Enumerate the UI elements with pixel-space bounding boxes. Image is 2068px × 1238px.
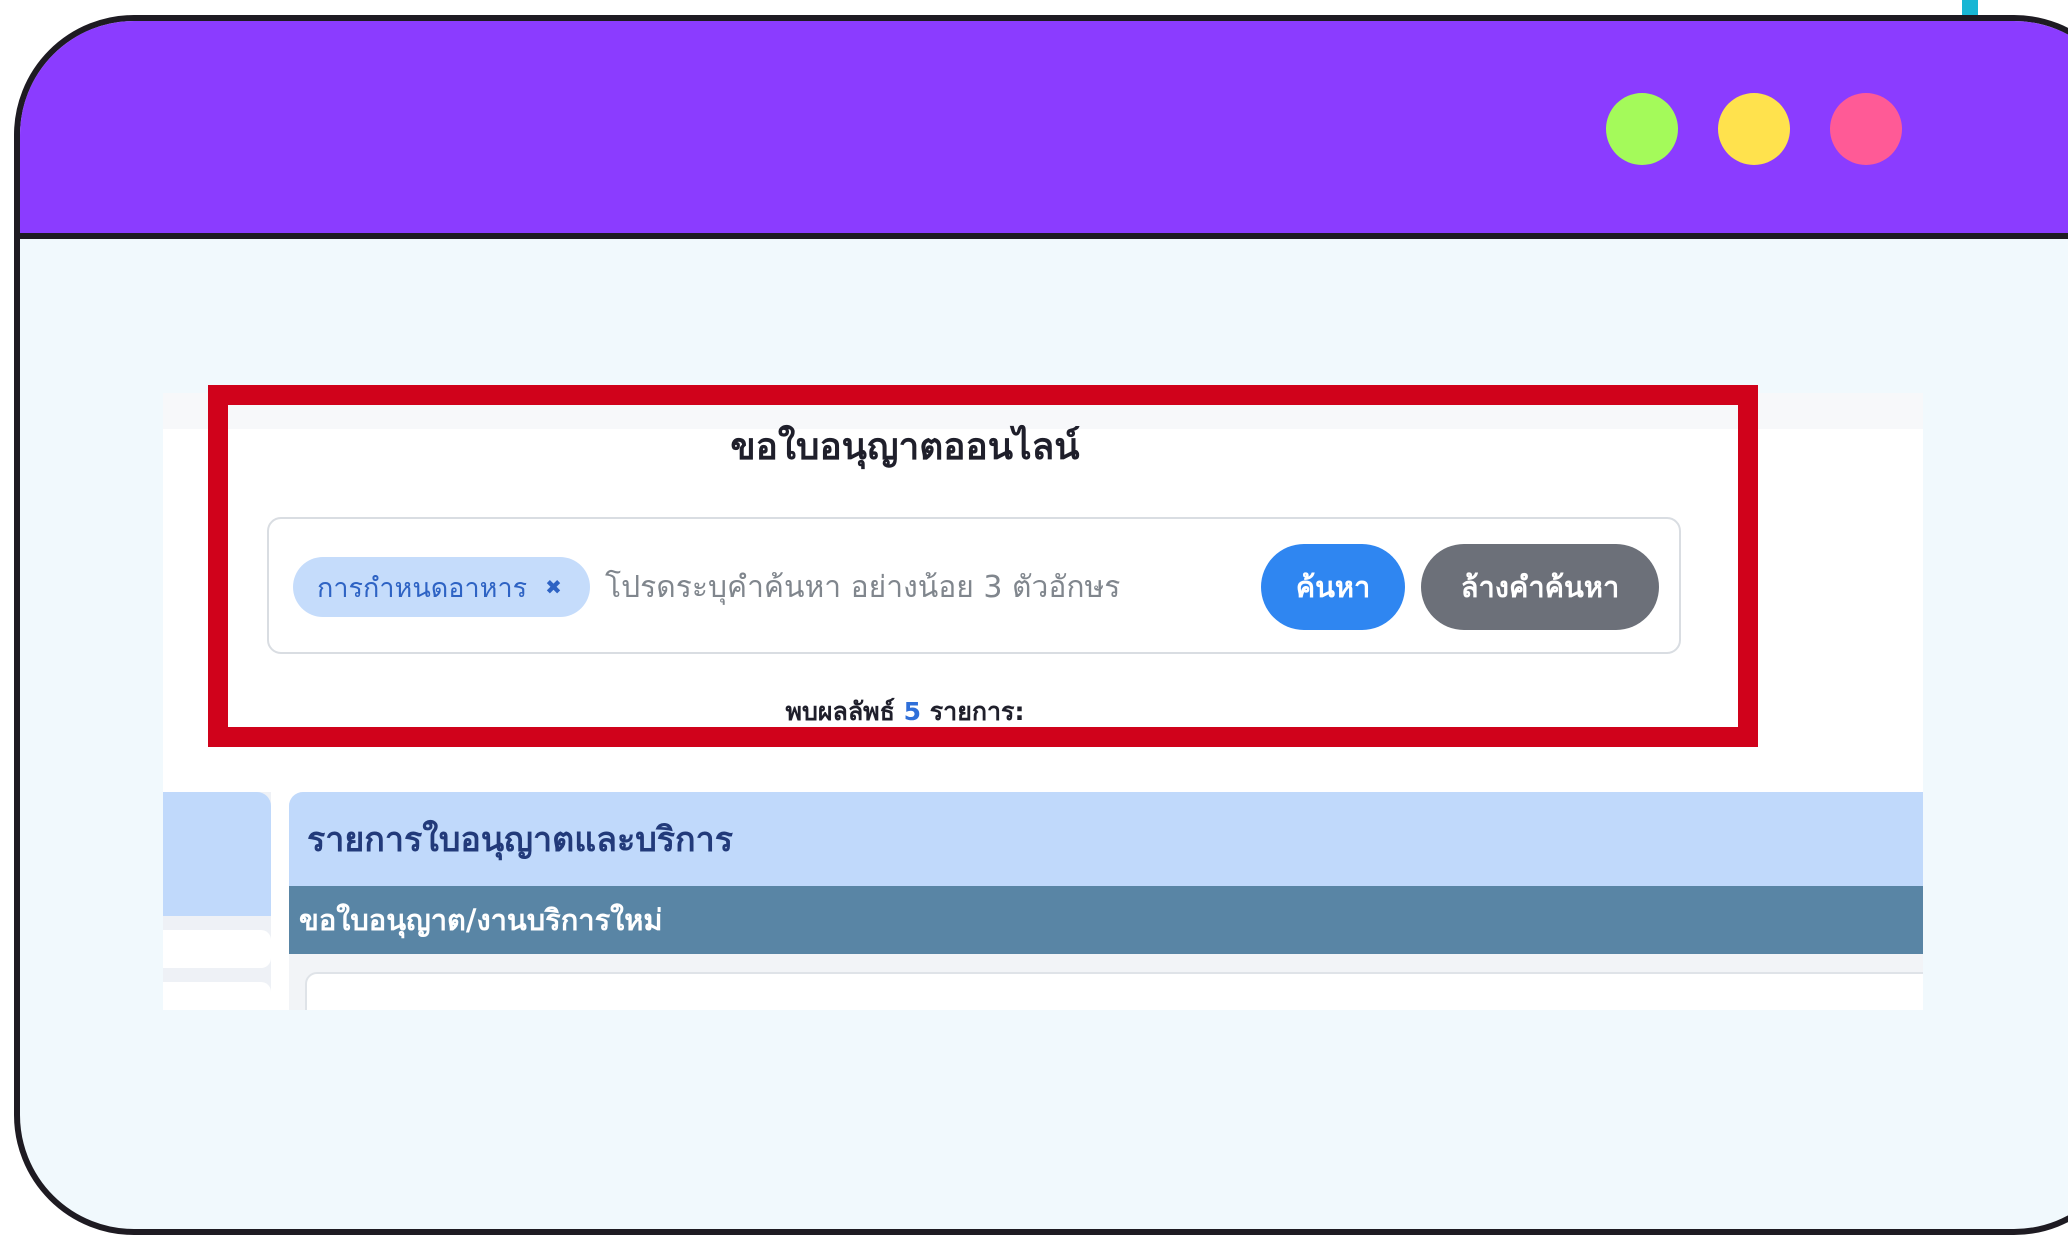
yellow-dot-icon[interactable] bbox=[1718, 93, 1790, 165]
green-dot-icon[interactable] bbox=[1606, 93, 1678, 165]
pink-dot-icon[interactable] bbox=[1830, 93, 1902, 165]
illustration-frame: ขอใบอนุญาตออนไลน์ การกำหนดอาหาร ✖ ค้นหา … bbox=[0, 0, 2068, 1238]
license-list-subheader: ขอใบอนุญาต/งานบริการใหม่ bbox=[289, 886, 1923, 954]
list-item[interactable] bbox=[305, 972, 1923, 1010]
side-panel bbox=[163, 792, 271, 1010]
highlight-box bbox=[208, 385, 1758, 747]
window-titlebar bbox=[20, 21, 2068, 239]
license-list-panel: รายการใบอนุญาตและบริการ ขอใบอนุญาต/งานบร… bbox=[289, 792, 1923, 1010]
license-list-header: รายการใบอนุญาตและบริการ bbox=[289, 792, 1923, 886]
side-panel-item[interactable] bbox=[163, 930, 271, 968]
side-panel-item[interactable] bbox=[163, 982, 271, 1010]
side-panel-header bbox=[163, 792, 271, 916]
